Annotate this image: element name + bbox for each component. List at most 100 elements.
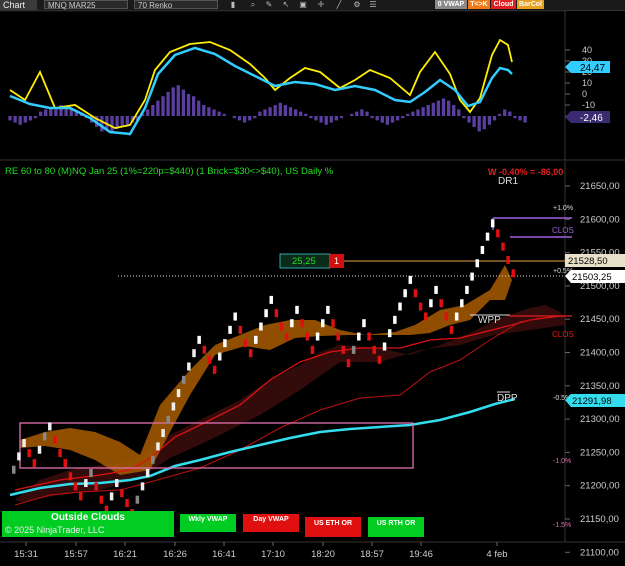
oscillator-axis: 403020100-10-20: [565, 45, 595, 121]
renko-brick-down: [501, 242, 505, 251]
time-tick-label: 4 feb: [486, 549, 507, 560]
current-price-value: 21503,25: [572, 272, 612, 283]
renko-brick-up: [321, 319, 325, 328]
us-eth-or-button[interactable]: US ETH OR: [305, 517, 361, 537]
outside-clouds-button[interactable]: Outside Clouds © 2025 NinjaTrader, LLC: [2, 511, 174, 537]
renko-brick-down: [367, 332, 371, 341]
renko-brick-up: [233, 312, 237, 321]
time-tick-label: 16:26: [163, 549, 187, 560]
renko-brick-up: [429, 299, 433, 308]
renko-brick-down: [439, 299, 443, 308]
renko-brick-up: [12, 465, 16, 474]
time-tick-label: 18:20: [311, 549, 335, 560]
renko-brick-down: [125, 499, 129, 508]
oscillator-tick-label: 0: [582, 89, 587, 99]
chart-canvas[interactable]: 403020100-10-20 24,47 -2,46 21650,00 2160…: [0, 0, 625, 566]
renko-brick-up: [290, 319, 294, 328]
position-box[interactable]: 25,25 1: [279, 253, 344, 269]
outside-clouds-label: Outside Clouds: [51, 512, 125, 523]
renko-brick-up: [485, 232, 490, 241]
renko-brick-down: [32, 459, 37, 468]
renko-brick-up: [22, 439, 26, 448]
renko-brick-up: [89, 469, 93, 478]
renko-brick-up: [362, 319, 366, 328]
renko-brick-up: [171, 402, 176, 411]
oscillator-fast-line: [9, 46, 513, 136]
indicator-info-label: RE 60 to 80 (M)NQ Jan 25 (1%=220p=$440) …: [5, 166, 334, 177]
renko-brick-up: [259, 322, 263, 331]
clos-label-lower: CLOS: [552, 330, 574, 339]
renko-brick-up: [145, 469, 150, 478]
wkly-vwap-button[interactable]: Wkly VWAP: [180, 514, 236, 532]
price-tick-label: 21250,00: [580, 447, 620, 458]
renko-brick-up: [454, 312, 459, 321]
renko-brick-up: [351, 345, 356, 354]
pct-label-plus-1: +1.0%: [553, 205, 573, 212]
renko-brick-up: [135, 495, 140, 504]
us-rth-or-button[interactable]: US RTH OR: [368, 517, 424, 537]
renko-brick-down: [53, 435, 57, 444]
position-value: 25,25: [292, 256, 316, 267]
renko-brick-down: [248, 349, 253, 358]
renko-brick-up: [48, 422, 52, 431]
copyright-label: © 2025 NinjaTrader, LLC: [5, 525, 105, 535]
time-tick-label: 15:57: [64, 549, 88, 560]
time-tick-label: 18:57: [360, 549, 384, 560]
pct-label-minus-15: -1.5%: [553, 522, 571, 529]
renko-brick-up: [460, 299, 464, 308]
renko-brick-down: [424, 312, 428, 321]
renko-brick-up: [480, 245, 485, 254]
renko-brick-down: [78, 492, 83, 501]
renko-brick-up: [166, 415, 170, 424]
renko-brick-down: [120, 489, 124, 498]
orange-price-marker: 21528,50: [565, 254, 625, 267]
renko-brick-down: [274, 309, 279, 318]
price-tick-label: 21400,00: [580, 348, 620, 359]
renko-brick-down: [413, 289, 418, 298]
renko-brick-up: [223, 339, 227, 348]
renko-brick-down: [202, 345, 207, 354]
renko-brick-up: [295, 305, 299, 314]
renko-brick-down: [444, 312, 449, 321]
renko-brick-up: [470, 272, 474, 281]
renko-brick-down: [418, 302, 423, 311]
renko-brick-up: [151, 455, 155, 464]
day-vwap-button[interactable]: Day VWAP: [243, 514, 299, 532]
renko-brick-down: [300, 319, 304, 328]
cyan-price-marker: 21291,98: [565, 394, 625, 407]
renko-brick-up: [403, 289, 407, 298]
oscillator-histogram: [8, 85, 527, 134]
renko-brick-down: [243, 339, 248, 348]
clos-label-upper: CLOS: [552, 226, 574, 235]
renko-brick-down: [377, 355, 382, 364]
renko-brick-up: [218, 352, 222, 361]
renko-brick-down: [212, 365, 217, 374]
oscillator-tick-label: 10: [582, 78, 592, 88]
oscillator-hist-marker: -2,46: [565, 111, 610, 124]
renko-brick-up: [192, 349, 196, 358]
price-tick-label: 21350,00: [580, 381, 620, 392]
renko-brick-up: [254, 335, 258, 344]
renko-brick-up: [490, 219, 495, 228]
renko-brick-up: [197, 335, 201, 344]
pct-label-minus-1: -1.0%: [553, 458, 571, 465]
time-axis: 15:31 15:57 16:21 16:26 16:41 17:10 18:20 18:57…: [14, 542, 508, 560]
renko-brick-down: [63, 459, 67, 468]
renko-brick-up: [109, 492, 114, 501]
price-tick-label: 21150,00: [580, 514, 619, 525]
renko-brick-down: [449, 325, 454, 334]
renko-brick-down: [73, 482, 78, 491]
renko-brick-down: [238, 325, 243, 334]
renko-brick-down: [207, 355, 212, 364]
renko-brick-down: [94, 482, 98, 491]
renko-brick-down: [279, 322, 284, 331]
price-tick-label: 21200,00: [580, 481, 620, 492]
renko-brick-up: [176, 389, 181, 398]
renko-brick-down: [372, 345, 376, 354]
renko-brick-down: [305, 332, 310, 341]
oscillator-fast-marker: 24,47: [565, 61, 610, 74]
renko-brick-down: [310, 345, 315, 354]
red-support-line: [14, 315, 565, 491]
orange-price-value: 21528,50: [568, 256, 608, 267]
renko-brick-up: [17, 452, 21, 461]
